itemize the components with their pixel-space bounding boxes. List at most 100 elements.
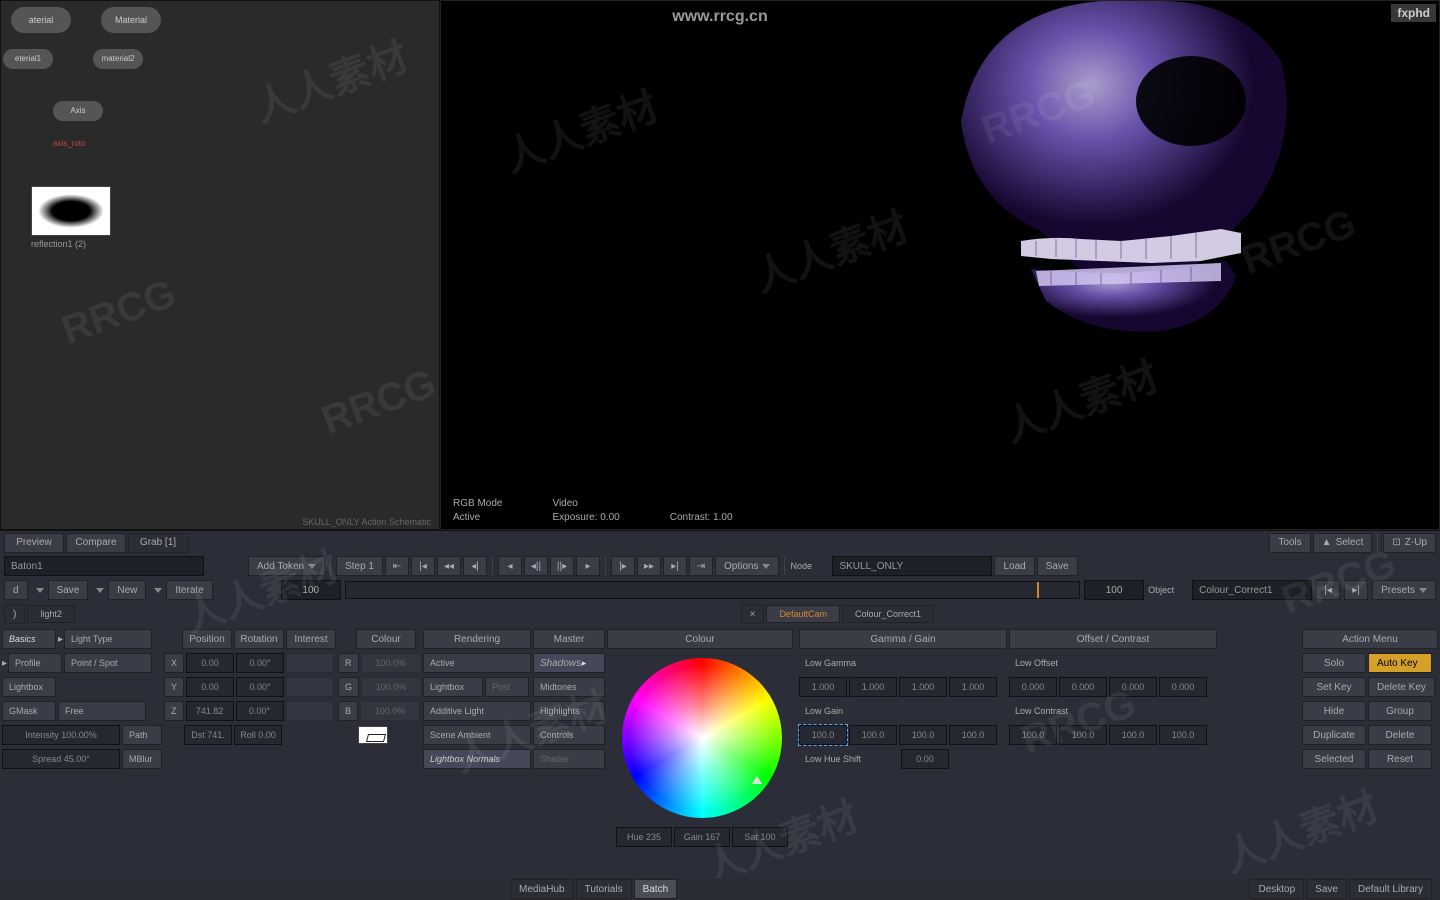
tools-button[interactable]: Tools (1269, 533, 1310, 553)
profile-tab[interactable]: Profile (8, 653, 62, 673)
ambient-button[interactable]: Scene Ambient (423, 725, 531, 745)
contrast-g[interactable]: 100.0 (1059, 725, 1107, 745)
next-key-button[interactable]: ▸| (663, 556, 687, 576)
gain-field[interactable]: Gain 167 (674, 827, 730, 847)
delete-button[interactable]: Delete (1368, 725, 1432, 745)
dist-field[interactable]: Dst 741. (184, 725, 232, 745)
active-button[interactable]: Active (423, 653, 531, 673)
offset-g[interactable]: 0.000 (1059, 677, 1107, 697)
roll-field[interactable]: Roll 0.00 (234, 725, 282, 745)
offset-a[interactable]: 0.000 (1159, 677, 1207, 697)
z-int[interactable] (286, 701, 334, 721)
b-val[interactable]: 100.0% (360, 701, 420, 721)
save-node-button[interactable]: Save (1037, 556, 1078, 576)
gamma-b[interactable]: 1.000 (899, 677, 947, 697)
reflection-thumb[interactable]: reflection1 (2) (31, 186, 111, 249)
gamma-g[interactable]: 1.000 (849, 677, 897, 697)
z-rot[interactable]: 0.00° (236, 701, 284, 721)
prev-key-button[interactable]: |◂ (411, 556, 435, 576)
additive-button[interactable]: Additive Light (423, 701, 531, 721)
node-sub2[interactable]: material2 (93, 49, 143, 69)
tab-light2[interactable]: light2 (27, 605, 75, 623)
y-int[interactable] (286, 677, 334, 697)
reset-button[interactable]: Reset (1368, 749, 1432, 769)
solo-button[interactable]: Solo (1302, 653, 1366, 673)
contrast-r[interactable]: 100.0 (1009, 725, 1057, 745)
tutorials-tab[interactable]: Tutorials (576, 879, 632, 899)
hide-button[interactable]: Hide (1302, 701, 1366, 721)
g-val[interactable]: 100.0% (361, 677, 421, 697)
mark-out-button[interactable]: |▸ (611, 556, 635, 576)
shadows-button[interactable]: Shadows ▸ (533, 653, 605, 673)
options-button[interactable]: Options (715, 556, 779, 576)
colour-swatch[interactable] (358, 726, 388, 744)
x-int[interactable] (286, 653, 334, 673)
viewport[interactable]: RGB ModeActive VideoExposure: 0.00 Contr… (440, 0, 1440, 530)
gain-b[interactable]: 100.0 (899, 725, 947, 745)
step-back-button[interactable]: ◂◂ (437, 556, 461, 576)
group-button[interactable]: Group (1368, 701, 1432, 721)
gmask-tab[interactable]: GMask (2, 701, 56, 721)
tab-close-left[interactable]: × (741, 604, 765, 624)
contrast-a[interactable]: 100.0 (1159, 725, 1207, 745)
hue-field[interactable]: Hue 235 (616, 827, 672, 847)
node-sub1[interactable]: eterial1 (3, 49, 53, 69)
shader-button[interactable]: Shader (533, 749, 605, 769)
basics-tab[interactable]: Basics (2, 629, 56, 649)
mediahub-tab[interactable]: MediaHub (510, 879, 574, 899)
batch-field[interactable]: Baton1 (4, 556, 204, 576)
offset-r[interactable]: 0.000 (1009, 677, 1057, 697)
post-button[interactable]: Post (485, 677, 529, 697)
controls-button[interactable]: Controls (533, 725, 605, 745)
iterate-button[interactable]: Iterate (166, 580, 212, 600)
r-val[interactable]: 100.0% (361, 653, 421, 673)
spread-field[interactable]: Spread 45.00° (2, 749, 120, 769)
frame-start[interactable]: 100 (281, 580, 341, 600)
grab-button[interactable]: Grab [1] (128, 533, 188, 553)
save-button[interactable]: Save (48, 580, 89, 600)
d-button[interactable]: d (4, 580, 28, 600)
sat-field[interactable]: Sat 100 (732, 827, 788, 847)
presets-button[interactable]: Presets (1372, 580, 1436, 600)
pause-button[interactable]: ||▸ (550, 556, 574, 576)
preview-button[interactable]: Preview (4, 533, 64, 553)
play-rev-button[interactable]: ◂ (498, 556, 522, 576)
load-button[interactable]: Load (994, 556, 1034, 576)
desktop-button[interactable]: Desktop (1249, 879, 1304, 899)
lowhue-val[interactable]: 0.00 (901, 749, 949, 769)
contrast-b[interactable]: 100.0 (1109, 725, 1157, 745)
play-button[interactable]: ▸ (576, 556, 600, 576)
object-field[interactable]: Colour_Correct1 (1192, 580, 1312, 600)
node-material-right[interactable]: Material (101, 7, 161, 33)
default-library-button[interactable]: Default Library (1349, 879, 1432, 899)
zup-button[interactable]: ⊡Z-Up (1383, 533, 1436, 553)
frame-back-button[interactable]: ◂|| (524, 556, 548, 576)
autokey-button[interactable]: Auto Key (1368, 653, 1432, 673)
free-button[interactable]: Free (58, 701, 146, 721)
goto-start-button[interactable]: ⇤ (385, 556, 409, 576)
node-material-left[interactable]: aterial (11, 7, 71, 33)
gain-r[interactable]: 100.0 (799, 725, 847, 745)
lightbox-tab[interactable]: Lightbox (2, 677, 56, 697)
add-token-button[interactable]: Add Token (248, 556, 325, 576)
highlights-button[interactable]: Highlights (533, 701, 605, 721)
tab-collapse[interactable]: ) (4, 604, 25, 624)
batch-tab[interactable]: Batch (634, 879, 678, 899)
colour-wheel-cursor-icon[interactable] (752, 776, 762, 784)
lightbox-button[interactable]: Lightbox (423, 677, 483, 697)
tab-defaultcam[interactable]: DefaultCam (766, 605, 840, 623)
goto-end-button[interactable]: ⇥ (689, 556, 713, 576)
timeline-track[interactable] (345, 581, 1080, 599)
intensity-field[interactable]: Intensity 100.00% (2, 725, 120, 745)
x-rot[interactable]: 0.00° (236, 653, 284, 673)
select-button[interactable]: ▲Select (1313, 533, 1373, 553)
save-bottom-button[interactable]: Save (1306, 879, 1347, 899)
node-name-field[interactable]: SKULL_ONLY (832, 556, 992, 576)
normals-button[interactable]: Lightbox Normals (423, 749, 531, 769)
duplicate-button[interactable]: Duplicate (1302, 725, 1366, 745)
midtones-button[interactable]: Midtones (533, 677, 605, 697)
gamma-a[interactable]: 1.000 (949, 677, 997, 697)
obj-next-button[interactable]: ▸| (1344, 580, 1368, 600)
new-button[interactable]: New (108, 580, 146, 600)
schematic-panel[interactable]: aterial Material eterial1 material2 Axis… (0, 0, 440, 530)
